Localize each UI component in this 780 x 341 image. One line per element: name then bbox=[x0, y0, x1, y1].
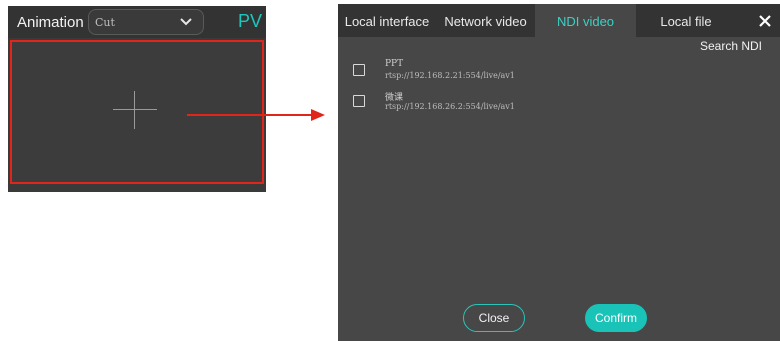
animation-select[interactable]: Cut bbox=[88, 9, 204, 35]
source-url: rtsp://192.168.26.2:554/live/av1 bbox=[385, 102, 515, 111]
confirm-button[interactable]: Confirm bbox=[585, 304, 647, 332]
tab-network-video[interactable]: Network video bbox=[436, 4, 535, 37]
animation-label: Animation bbox=[17, 14, 84, 31]
animation-panel: Animation Cut PV bbox=[8, 6, 266, 192]
close-icon[interactable] bbox=[758, 14, 772, 28]
chevron-down-icon bbox=[180, 18, 192, 26]
close-button[interactable]: Close bbox=[463, 304, 525, 332]
source-checkbox[interactable] bbox=[353, 64, 365, 76]
source-url: rtsp://192.168.2.21:554/live/av1 bbox=[385, 71, 515, 80]
search-ndi-button[interactable]: Search NDI bbox=[700, 39, 762, 53]
source-dialog: Local interface Network video NDI video … bbox=[338, 4, 780, 341]
tab-ndi-video[interactable]: NDI video bbox=[535, 4, 636, 37]
pv-label: PV bbox=[238, 11, 263, 31]
animation-header: Animation Cut PV bbox=[8, 6, 266, 38]
tab-bar: Local interface Network video NDI video … bbox=[338, 4, 780, 37]
list-item[interactable]: PPT rtsp://192.168.2.21:554/live/av1 bbox=[353, 59, 653, 89]
list-item[interactable]: 微课 rtsp://192.168.26.2:554/live/av1 bbox=[353, 90, 653, 120]
animation-select-value: Cut bbox=[95, 16, 115, 29]
tab-local-file[interactable]: Local file bbox=[636, 4, 736, 37]
tab-local-interface[interactable]: Local interface bbox=[338, 4, 436, 37]
source-checkbox[interactable] bbox=[353, 95, 365, 107]
plus-icon bbox=[113, 91, 157, 129]
arrow-right-icon bbox=[187, 109, 325, 121]
source-name: PPT bbox=[385, 59, 404, 69]
